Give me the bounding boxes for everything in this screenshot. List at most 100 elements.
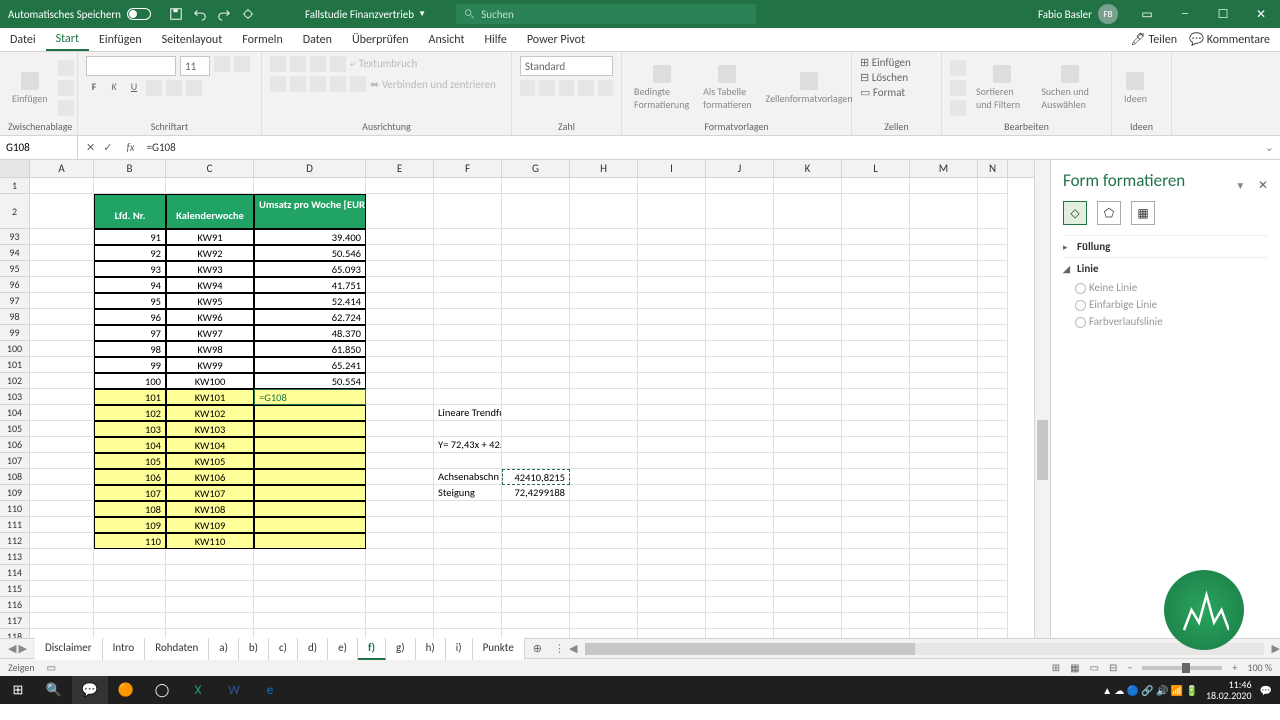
align-mid-icon[interactable] xyxy=(290,56,306,72)
col-header-N[interactable]: N xyxy=(978,160,1008,177)
solid-line-radio[interactable]: Einfarbige Linie xyxy=(1063,296,1268,313)
row-header[interactable]: 117 xyxy=(0,613,30,629)
row-header[interactable]: 116 xyxy=(0,597,30,613)
touch-icon[interactable] xyxy=(241,7,255,21)
select-all[interactable] xyxy=(0,160,30,177)
start-button[interactable]: ⊞ xyxy=(0,676,36,704)
effects-tab-icon[interactable]: ⬠ xyxy=(1097,201,1121,225)
close-icon[interactable]: ✕ xyxy=(1242,0,1280,28)
find-select-button[interactable]: Suchen und Auswählen xyxy=(1037,63,1103,113)
tab-start[interactable]: Start xyxy=(46,28,89,51)
display-settings-icon[interactable]: ⊞ xyxy=(1052,661,1060,674)
row-header[interactable]: 111 xyxy=(0,517,30,533)
inc-decimal-icon[interactable] xyxy=(578,80,593,96)
row-header[interactable]: 99 xyxy=(0,325,30,341)
sheet-tab-Punkte[interactable]: Punkte xyxy=(473,638,525,660)
sheet-tab-Intro[interactable]: Intro xyxy=(103,638,146,660)
copy-icon[interactable] xyxy=(58,80,74,96)
tab-hilfe[interactable]: Hilfe xyxy=(475,28,517,51)
row-header[interactable]: 106 xyxy=(0,437,30,453)
zoom-level[interactable]: 100 % xyxy=(1247,661,1272,674)
hscroll-left-icon[interactable]: ◀ xyxy=(569,642,577,655)
edge-taskbar-icon[interactable]: e xyxy=(252,676,288,704)
row-header[interactable]: 1 xyxy=(0,178,30,194)
tab-seitenlayout[interactable]: Seitenlayout xyxy=(152,28,233,51)
wrap-text-button[interactable]: ⤶ Textumbruch xyxy=(350,57,417,71)
fill-icon[interactable] xyxy=(950,80,966,96)
sheet-tab-c)[interactable]: c) xyxy=(269,638,298,660)
format-painter-icon[interactable] xyxy=(58,100,74,116)
add-sheet-button[interactable]: ⊕ xyxy=(525,642,550,655)
col-header-E[interactable]: E xyxy=(366,160,434,177)
underline-button[interactable]: U xyxy=(126,80,142,96)
horizontal-scrollbar[interactable] xyxy=(585,643,1263,655)
row-header[interactable]: 104 xyxy=(0,405,30,421)
fill-line-tab-icon[interactable]: ◇ xyxy=(1063,201,1087,225)
enter-formula-icon[interactable]: ✓ xyxy=(103,141,112,154)
sheet-tab-b)[interactable]: b) xyxy=(239,638,269,660)
size-tab-icon[interactable]: ▦ xyxy=(1131,201,1155,225)
undo-icon[interactable] xyxy=(193,7,207,21)
comments-button[interactable]: 💬 Kommentare xyxy=(1189,32,1270,47)
insert-cells-button[interactable]: ⊞ Einfügen xyxy=(860,56,933,69)
pane-options-icon[interactable]: ▼ xyxy=(1235,179,1245,192)
name-box[interactable] xyxy=(0,136,78,159)
vertical-scrollbar[interactable] xyxy=(1034,160,1050,638)
excel-taskbar-icon[interactable]: X xyxy=(180,676,216,704)
no-line-radio[interactable]: Keine Linie xyxy=(1063,279,1268,296)
search-taskbar-icon[interactable]: 🔍 xyxy=(36,676,72,704)
search-input[interactable] xyxy=(481,8,748,21)
page-break-icon[interactable]: ⊟ xyxy=(1109,661,1117,674)
grow-font-icon[interactable] xyxy=(214,56,230,72)
sheet-tab-i)[interactable]: i) xyxy=(446,638,473,660)
tab-datei[interactable]: Datei xyxy=(0,28,46,51)
align-top-icon[interactable] xyxy=(270,56,286,72)
sheet-tab-Rohdaten[interactable]: Rohdaten xyxy=(145,638,209,660)
autosave-toggle[interactable]: Automatisches Speichern xyxy=(0,8,159,21)
align-bot-icon[interactable] xyxy=(310,56,326,72)
paste-button[interactable]: Einfügen xyxy=(8,70,52,107)
delete-cells-button[interactable]: ⊟ Löschen xyxy=(860,71,933,84)
app-1-icon[interactable]: 💬 xyxy=(72,676,108,704)
format-cells-button[interactable]: ▭ Format xyxy=(860,86,933,99)
align-right-icon[interactable] xyxy=(310,76,326,92)
row-header[interactable]: 114 xyxy=(0,565,30,581)
fill-section[interactable]: Füllung xyxy=(1063,235,1268,257)
tab-ansicht[interactable]: Ansicht xyxy=(419,28,475,51)
font-name-select[interactable] xyxy=(86,56,176,76)
align-left-icon[interactable] xyxy=(270,76,286,92)
dec-decimal-icon[interactable] xyxy=(598,80,613,96)
sheet-tab-a)[interactable]: a) xyxy=(209,638,239,660)
worksheet[interactable]: ABCDEFGHIJKLMN 12Lfd. Nr.KalenderwocheUm… xyxy=(0,160,1034,638)
row-header[interactable]: 108 xyxy=(0,469,30,485)
font-size-select[interactable]: 11 xyxy=(180,56,210,76)
row-header[interactable]: 109 xyxy=(0,485,30,501)
inc-indent-icon[interactable] xyxy=(350,76,366,92)
app-2-icon[interactable]: 🟠 xyxy=(108,676,144,704)
fill-color-icon[interactable] xyxy=(166,80,182,96)
row-header[interactable]: 96 xyxy=(0,277,30,293)
search-bar[interactable] xyxy=(456,4,756,24)
col-header-F[interactable]: F xyxy=(434,160,502,177)
cancel-formula-icon[interactable]: ✕ xyxy=(86,141,95,154)
orientation-icon[interactable] xyxy=(330,56,346,72)
zoom-in-icon[interactable]: + xyxy=(1232,661,1237,674)
maximize-icon[interactable]: ☐ xyxy=(1204,0,1242,28)
fx-icon[interactable]: fx xyxy=(120,141,140,154)
row-header[interactable]: 100 xyxy=(0,341,30,357)
word-taskbar-icon[interactable]: W xyxy=(216,676,252,704)
tab-power pivot[interactable]: Power Pivot xyxy=(517,28,595,51)
macro-record-icon[interactable]: ▭ xyxy=(47,661,56,674)
row-header[interactable]: 103 xyxy=(0,389,30,405)
filename[interactable]: Fallstudie Finanzvertrieb▼ xyxy=(305,8,426,21)
col-header-I[interactable]: I xyxy=(638,160,706,177)
bold-button[interactable]: F xyxy=(86,80,102,96)
col-header-J[interactable]: J xyxy=(706,160,774,177)
ribbon-mode-icon[interactable]: ▭ xyxy=(1128,0,1166,28)
tab-überprüfen[interactable]: Überprüfen xyxy=(342,28,419,51)
col-header-G[interactable]: G xyxy=(502,160,570,177)
autosum-icon[interactable] xyxy=(950,60,966,76)
tab-nav-prev-icon[interactable]: ◀ xyxy=(8,642,16,655)
sheet-tab-g)[interactable]: g) xyxy=(386,638,416,660)
clear-icon[interactable] xyxy=(950,100,966,116)
